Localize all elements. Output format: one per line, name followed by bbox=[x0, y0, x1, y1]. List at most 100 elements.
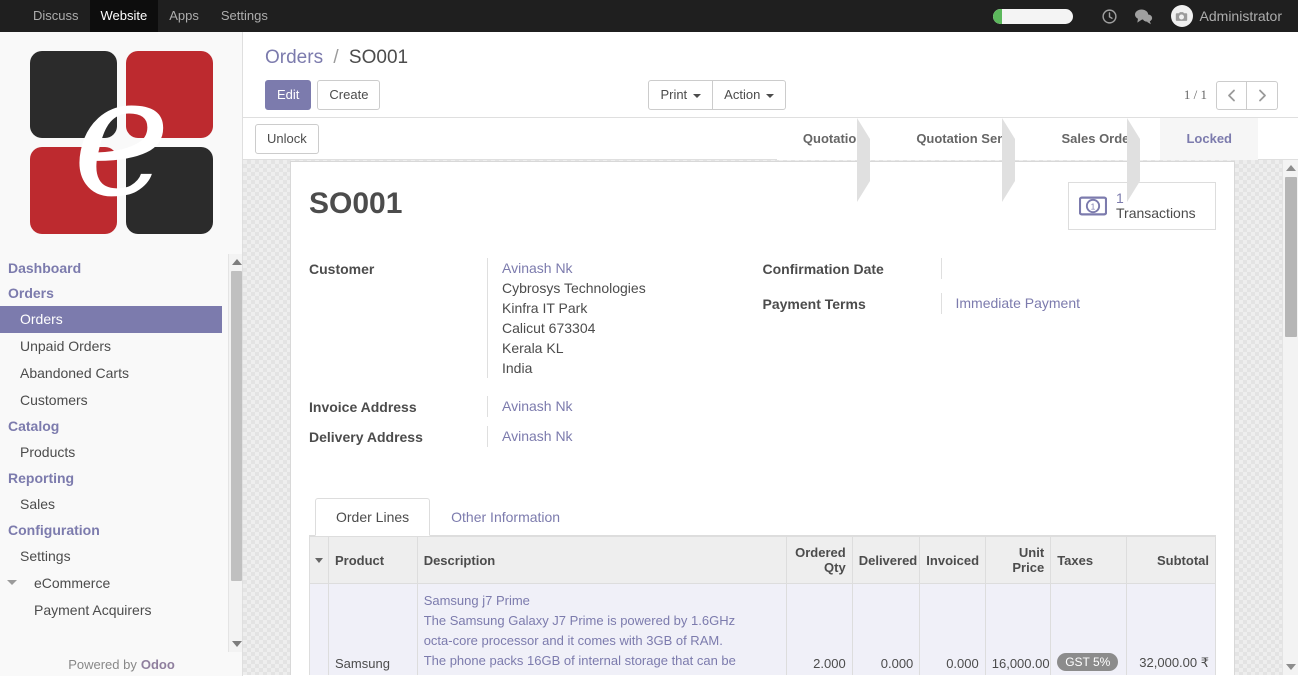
scroll-up-arrow-icon[interactable] bbox=[1286, 165, 1296, 171]
field-delivery-address-value[interactable]: Avinash Nk bbox=[487, 426, 763, 447]
sidebar-item-abandoned-carts[interactable]: Abandoned Carts bbox=[0, 360, 222, 387]
invoice-address-link[interactable]: Avinash Nk bbox=[502, 398, 573, 414]
user-menu[interactable]: Administrator bbox=[1161, 0, 1288, 32]
app-menu-list: Discuss Website Apps Settings bbox=[22, 0, 279, 32]
page-title: SO001 bbox=[309, 187, 403, 220]
pager-next-button[interactable] bbox=[1247, 80, 1278, 110]
row-product-cell[interactable]: Samsung bbox=[328, 583, 418, 675]
sidebar-item-ecommerce[interactable]: eCommerce bbox=[0, 570, 222, 597]
sidebar-section-dashboard[interactable]: Dashboard bbox=[0, 256, 222, 281]
sidebar-item-settings[interactable]: Settings bbox=[0, 543, 222, 570]
sidebar-item-ecommerce-label: eCommerce bbox=[34, 575, 111, 591]
field-invoice-address: Invoice Address Avinash Nk bbox=[309, 396, 763, 417]
row-handle-cell[interactable] bbox=[309, 583, 329, 675]
pager-count: 1 / 1 bbox=[1183, 87, 1207, 102]
scroll-down-arrow-icon[interactable] bbox=[232, 641, 242, 647]
status-bar: Unlock Quotation Quotation Sent Sales Or… bbox=[243, 117, 1298, 202]
main-scrollbar[interactable] bbox=[1282, 160, 1298, 675]
field-confirmation-date-value[interactable] bbox=[940, 258, 1217, 279]
edit-button[interactable]: Edit bbox=[265, 80, 312, 110]
status-badge: GST 5% bbox=[1057, 653, 1119, 671]
stage-sales-order[interactable]: Sales Order bbox=[1035, 117, 1161, 202]
action-dropdown-button[interactable]: Action bbox=[712, 80, 787, 110]
field-delivery-address: Delivery Address Avinash Nk bbox=[309, 426, 763, 447]
sidebar-item-customers[interactable]: Customers bbox=[0, 387, 222, 414]
sidebar-scrollbar-thumb[interactable] bbox=[231, 271, 242, 581]
row-ordered-qty-cell[interactable]: 2.000 bbox=[786, 583, 853, 675]
scroll-down-arrow-icon[interactable] bbox=[1286, 664, 1296, 670]
action-label: Action bbox=[724, 87, 761, 102]
sidebar-section-orders[interactable]: Orders bbox=[0, 281, 222, 306]
stage-quotation[interactable]: Quotation bbox=[776, 117, 891, 202]
delivery-address-link[interactable]: Avinash Nk bbox=[502, 428, 573, 444]
column-delivered[interactable]: Delivered bbox=[851, 536, 921, 584]
nav-item-discuss[interactable]: Discuss bbox=[22, 0, 90, 32]
sidebar-item-orders[interactable]: Orders bbox=[0, 306, 222, 333]
sidebar-section-reporting[interactable]: Reporting bbox=[0, 466, 222, 491]
row-delivered-cell[interactable]: 0.000 bbox=[851, 583, 921, 675]
main-scrollbar-thumb[interactable] bbox=[1285, 177, 1297, 337]
powered-by-prefix: Powered by bbox=[68, 656, 137, 672]
column-subtotal[interactable]: Subtotal bbox=[1126, 536, 1216, 584]
main-content: Orders / SO001 Edit Create Print Action … bbox=[243, 32, 1298, 676]
print-action-group: Print Action bbox=[648, 80, 787, 110]
column-sort-handle[interactable] bbox=[309, 536, 329, 584]
table-row[interactable]: Samsung Samsung j7 Prime The Samsung Gal… bbox=[309, 583, 1216, 675]
row-unit-price-cell[interactable]: 16,000.00 bbox=[984, 583, 1052, 675]
control-panel-buttons-row: Edit Create Print Action 1 / 1 bbox=[265, 80, 1278, 110]
column-unit-price[interactable]: Unit Price bbox=[984, 536, 1052, 584]
row-description-cell[interactable]: Samsung j7 Prime The Samsung Galaxy J7 P… bbox=[416, 583, 788, 675]
nav-item-website[interactable]: Website bbox=[89, 0, 159, 32]
brand-logo-container[interactable]: e bbox=[0, 32, 242, 254]
systray-progress-bar[interactable] bbox=[992, 8, 1073, 24]
sidebar-menu-scroll: Dashboard Orders Orders Unpaid Orders Ab… bbox=[0, 254, 242, 652]
column-ordered-qty[interactable]: Ordered Qty bbox=[786, 536, 853, 584]
row-taxes-cell[interactable]: GST 5% bbox=[1050, 583, 1128, 675]
nav-item-settings[interactable]: Settings bbox=[210, 0, 279, 32]
field-delivery-address-label: Delivery Address bbox=[309, 429, 423, 445]
field-customer-value[interactable]: Avinash Nk Cybrosys Technologies Kinfra … bbox=[487, 258, 763, 378]
pager-previous-button[interactable] bbox=[1216, 80, 1247, 110]
username-label: Administrator bbox=[1199, 8, 1282, 24]
powered-by-footer[interactable]: Powered by Odoo bbox=[0, 652, 242, 676]
stage-locked[interactable]: Locked bbox=[1160, 117, 1258, 160]
tab-other-information[interactable]: Other Information bbox=[430, 498, 581, 536]
payment-terms-link[interactable]: Immediate Payment bbox=[956, 295, 1081, 311]
column-invoiced[interactable]: Invoiced bbox=[919, 536, 986, 584]
stage-quotation-sent[interactable]: Quotation Sent bbox=[890, 117, 1036, 202]
print-dropdown-button[interactable]: Print bbox=[648, 80, 714, 110]
breadcrumb-separator: / bbox=[333, 47, 339, 68]
nav-item-apps[interactable]: Apps bbox=[158, 0, 210, 32]
scroll-up-arrow-icon[interactable] bbox=[232, 259, 242, 265]
customer-name-link[interactable]: Avinash Nk bbox=[502, 260, 573, 276]
systray: Administrator bbox=[992, 0, 1298, 32]
cp-dropdown-group: Print Action bbox=[648, 80, 787, 110]
unlock-button[interactable]: Unlock bbox=[255, 123, 319, 154]
chat-bubble-icon[interactable] bbox=[1127, 0, 1161, 32]
column-description[interactable]: Description bbox=[416, 536, 788, 584]
sidebar-item-payment-acquirers[interactable]: Payment Acquirers bbox=[0, 597, 222, 624]
breadcrumb-orders-link[interactable]: Orders bbox=[265, 47, 323, 68]
sidebar-menu: Dashboard Orders Orders Unpaid Orders Ab… bbox=[0, 254, 222, 624]
field-payment-terms: Payment Terms Immediate Payment bbox=[763, 293, 1217, 314]
row-invoiced-cell[interactable]: 0.000 bbox=[919, 583, 986, 675]
sidebar-item-sales[interactable]: Sales bbox=[0, 491, 222, 518]
breadcrumb: Orders / SO001 bbox=[265, 46, 1278, 70]
field-payment-terms-value[interactable]: Immediate Payment bbox=[940, 293, 1217, 314]
notebook: Order Lines Other Information Product De… bbox=[309, 498, 1216, 675]
create-button[interactable]: Create bbox=[317, 80, 381, 110]
sidebar-item-products[interactable]: Products bbox=[0, 439, 222, 466]
powered-by-brand: Odoo bbox=[140, 656, 175, 672]
sidebar-item-unpaid-orders[interactable]: Unpaid Orders bbox=[0, 333, 222, 360]
record-sheet: SO001 1 1 Transactions Customer Avinash … bbox=[290, 161, 1235, 675]
field-invoice-address-value[interactable]: Avinash Nk bbox=[487, 396, 763, 417]
column-product[interactable]: Product bbox=[328, 536, 418, 584]
row-subtotal-cell[interactable]: 32,000.00 ₹ bbox=[1126, 583, 1216, 675]
clock-icon[interactable] bbox=[1093, 0, 1127, 32]
sidebar-scrollbar[interactable] bbox=[228, 254, 242, 652]
tab-order-lines[interactable]: Order Lines bbox=[315, 498, 431, 536]
sidebar-section-configuration[interactable]: Configuration bbox=[0, 518, 222, 543]
sidebar-section-catalog[interactable]: Catalog bbox=[0, 414, 222, 439]
column-taxes[interactable]: Taxes bbox=[1050, 536, 1128, 584]
customer-address-line-5: India bbox=[502, 360, 533, 376]
